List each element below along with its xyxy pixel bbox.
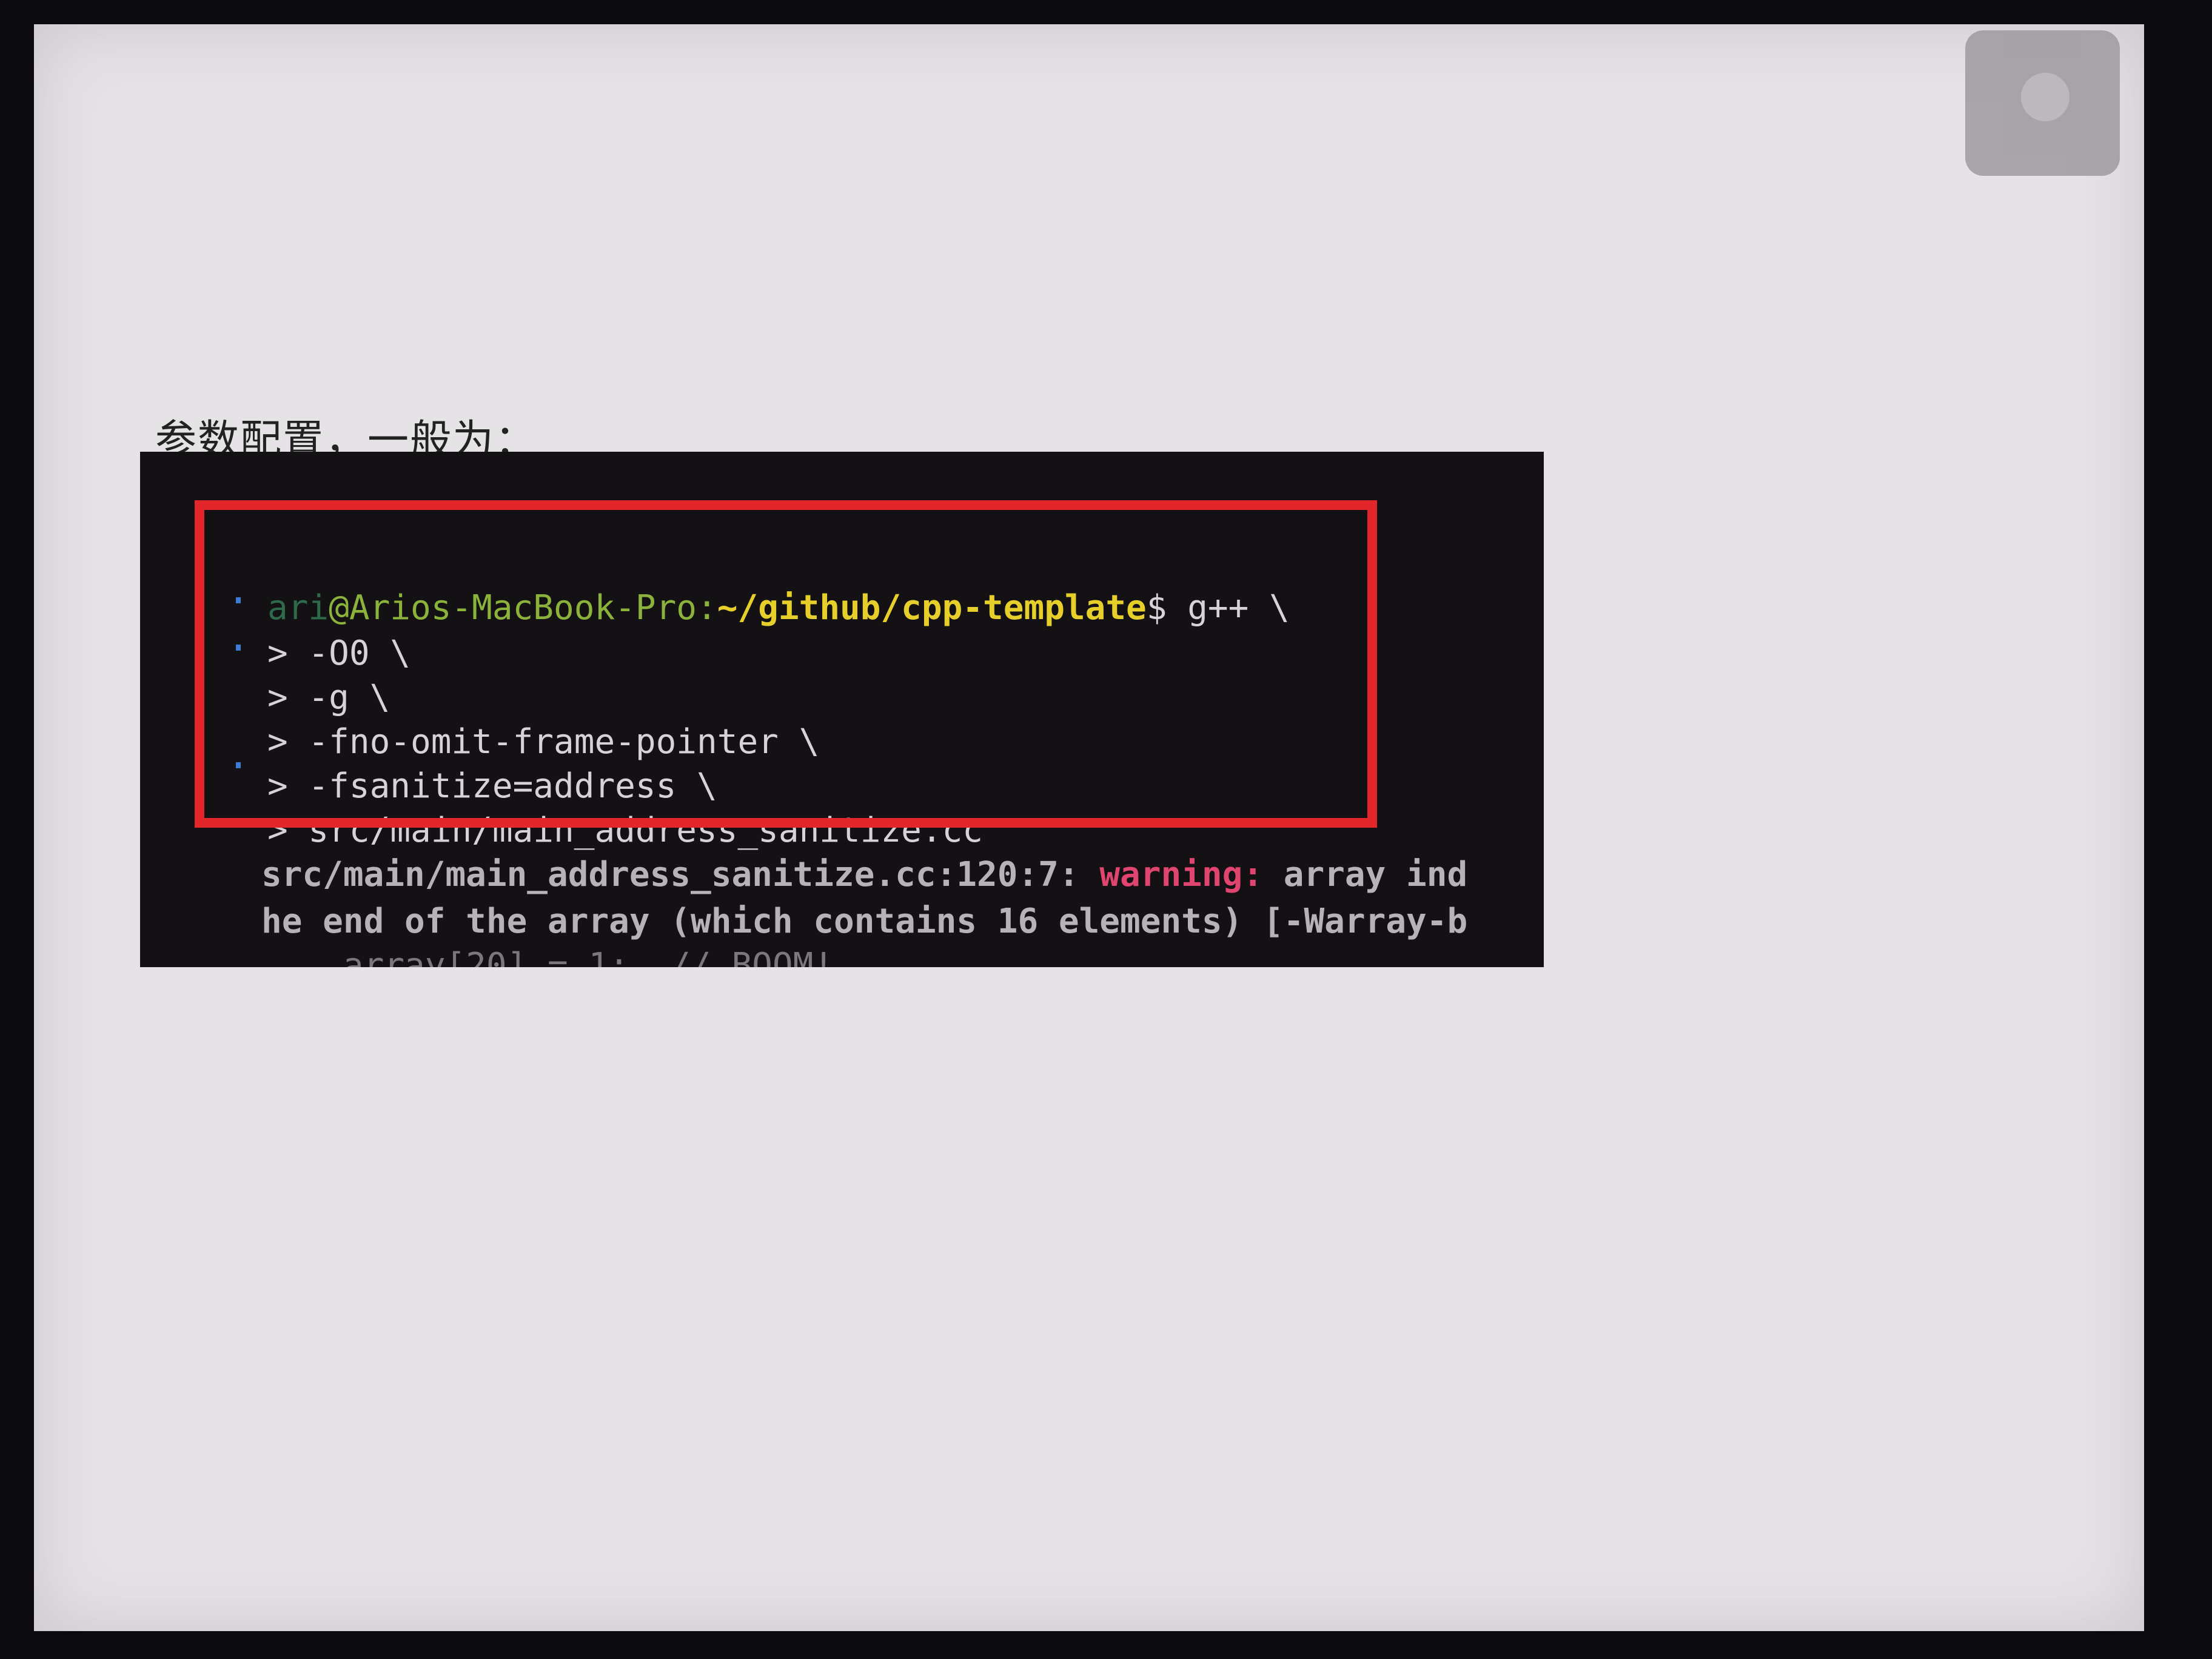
compiler-output-line: src/main/main_address_sanitize.cc:120:7:… — [261, 855, 1467, 894]
highlight-rectangle — [195, 500, 1377, 828]
compiler-output-line: he end of the array (which contains 16 e… — [261, 902, 1468, 941]
output-message: array ind — [1263, 855, 1468, 894]
output-location: src/main/main_address_sanitize.cc:120:7: — [261, 855, 1100, 894]
circle-icon — [2021, 73, 2070, 121]
terminal-screenshot: ari@Arios-MacBook-Pro:~/github/cpp-templ… — [140, 452, 1544, 967]
screen: 参数配置，一般为： ari@Arios-MacBook-Pro:~/github… — [34, 24, 2144, 1631]
compiler-output-line: array[20] = 1; // BOOM! — [261, 946, 834, 967]
warning-label: warning: — [1099, 855, 1264, 894]
floating-assistant-button[interactable] — [1965, 30, 2120, 176]
